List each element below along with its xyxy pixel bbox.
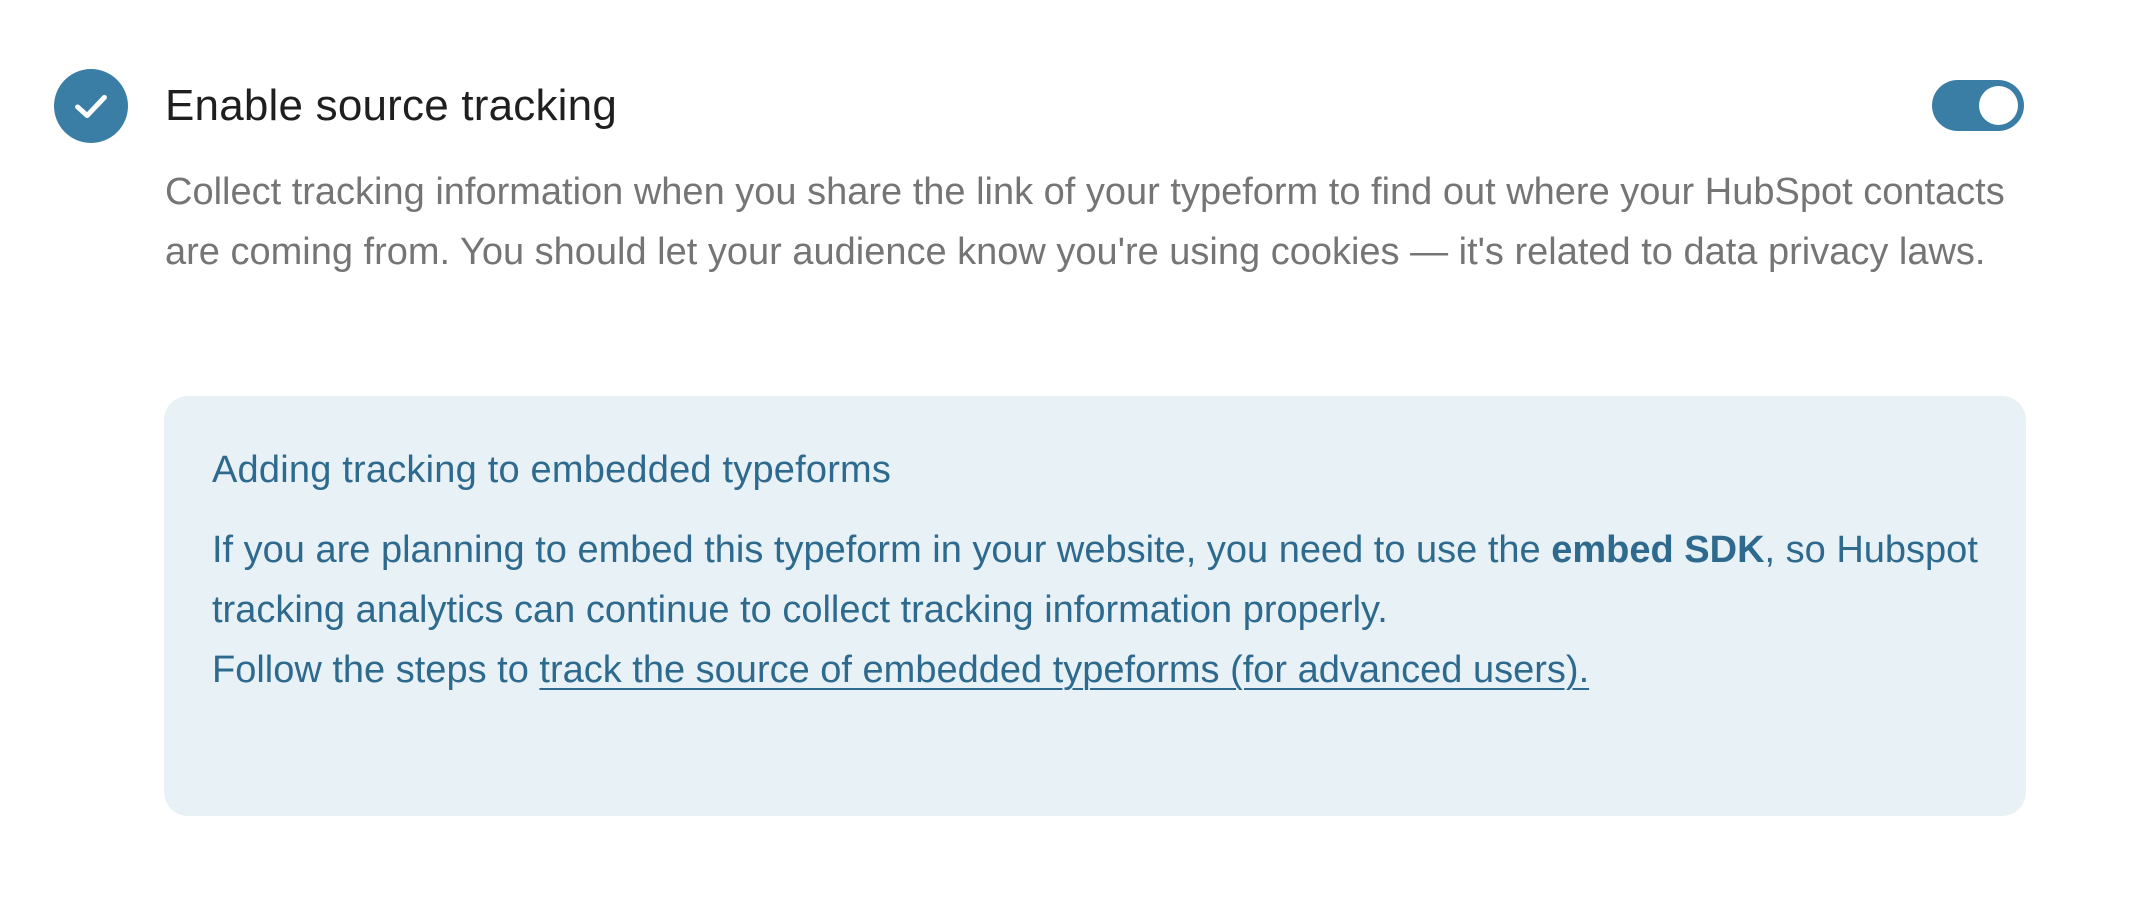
setting-description: Collect tracking information when you sh…	[165, 171, 2005, 273]
info-box-title: Adding tracking to embedded typeforms	[212, 449, 892, 491]
source-tracking-toggle[interactable]	[1932, 80, 2024, 131]
check-circle-icon	[54, 69, 128, 143]
checkmark-icon	[75, 94, 107, 119]
track-embedded-typeforms-link[interactable]: track the source of embedded typeforms (…	[539, 649, 1589, 691]
info-box-body: If you are planning to embed this typefo…	[212, 520, 1978, 700]
source-tracking-setting: Enable source tracking Collect tracking …	[0, 0, 2150, 898]
setting-title: Enable source tracking	[165, 81, 617, 130]
embed-sdk-text: embed SDK	[1551, 529, 1765, 571]
info-body-text-before: If you are planning to embed this typefo…	[212, 529, 1552, 571]
toggle-knob	[1979, 86, 2018, 125]
info-box-embedded-tracking: Adding tracking to embedded typeforms If…	[164, 396, 2026, 816]
follow-steps-text: Follow the steps to	[212, 649, 540, 691]
